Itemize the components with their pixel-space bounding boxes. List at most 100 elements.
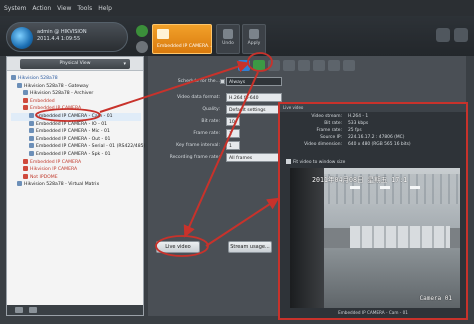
stat-value: 25 fps — [348, 128, 362, 133]
tree-item[interactable]: Embedded IP CAMERA - Spk - 01 — [11, 150, 141, 159]
menu-help[interactable]: Help — [98, 5, 112, 12]
form-value[interactable]: 10 — [226, 117, 240, 126]
fit-video-checkbox[interactable] — [286, 159, 291, 164]
menu-view[interactable]: View — [57, 5, 71, 12]
tab-color[interactable] — [283, 60, 295, 71]
tab-motion[interactable] — [268, 60, 280, 71]
tree-item-label: Embedded IP CAMERA - IO - 01 — [36, 121, 108, 127]
form-value[interactable]: 1 — [226, 141, 240, 150]
tree-item[interactable]: Embedded IP CAMERA - Mic - 01 — [11, 128, 141, 136]
tree-item[interactable]: Embedded IP CAMERA - Cam - 01 — [11, 112, 141, 121]
remove-icon[interactable] — [29, 307, 37, 313]
view-select-label: Physical View — [59, 60, 91, 66]
stream-usage-button[interactable]: Stream usage... — [228, 241, 272, 253]
tree-item-label: Embedded IP CAMERA - Out - 01 — [36, 136, 111, 142]
notifications-icon[interactable] — [436, 28, 450, 42]
fit-video-label: Fit video to window size — [293, 160, 346, 165]
form-label: Frame rate: — [193, 131, 220, 136]
tree-item[interactable]: Not IPDOME — [11, 173, 141, 182]
camera-icon — [157, 29, 169, 39]
entity-icon — [29, 120, 34, 126]
tree-item[interactable]: Hikvision 528a78 - Gateway — [11, 82, 141, 91]
back-arrow-icon[interactable] — [136, 25, 148, 37]
entity-icon — [29, 112, 34, 118]
stat-row: Bit rate: 533 kbps — [280, 121, 466, 128]
fit-video-option[interactable]: Fit video to window size — [286, 159, 345, 165]
header-bar: admin @ HIKVISION 2011.4.4 1:09:55 Embed… — [0, 16, 474, 56]
stat-value: 533 kbps — [348, 121, 369, 126]
undo-label: Undo — [222, 41, 234, 46]
tree-item-label: Hikvision 528a78 - Gateway — [24, 83, 89, 89]
tree-item-label: Hikvision IP CAMERA — [30, 167, 78, 173]
tree-item-label: Embedded — [30, 98, 55, 104]
form-label: Recording frame rate: — [169, 155, 220, 160]
video-feed[interactable]: 2011年04月08日 星期五 17:1 Camera 01 — [290, 168, 460, 308]
property-tabs — [238, 60, 458, 72]
live-video-button[interactable]: Live video — [156, 241, 200, 253]
tree-item[interactable]: Embedded IP CAMERA — [11, 158, 141, 167]
menu-bar: System Action View Tools Help — [0, 0, 474, 16]
tab-identity[interactable] — [343, 60, 355, 71]
app-logo-icon — [11, 27, 33, 49]
tree-item[interactable]: Embedded — [11, 97, 141, 106]
tree-item-label: Embedded IP CAMERA — [30, 106, 82, 112]
tree-item[interactable]: Hikvision 528a78 - Archiver — [11, 90, 141, 98]
form-value[interactable]: All frames — [226, 153, 282, 162]
form-value[interactable]: 1 — [226, 129, 240, 138]
stat-value: H.264 - 1 — [348, 114, 369, 119]
tree-item-label: Embedded IP CAMERA - Serial - 01 (RS422/… — [36, 144, 146, 150]
tree-item-label: Hikvision 528a78 — [18, 76, 58, 81]
tree-item[interactable]: Hikvision 528a78 - Virtual Matrix — [11, 181, 141, 189]
view-selector-bar: Physical View ▾ — [7, 57, 143, 71]
form-label: Bit rate: — [201, 119, 220, 124]
app-window: System Action View Tools Help admin @ HI… — [0, 0, 474, 324]
stat-value: 640 x 480 (RGB 565 16 bits) — [348, 142, 411, 147]
tab-visual-tracking[interactable] — [298, 60, 310, 71]
menu-system[interactable]: System — [4, 5, 26, 12]
tree-item[interactable]: Embedded IP CAMERA - IO - 01 — [11, 120, 141, 129]
tree-item-label: Embedded IP CAMERA - Cam - 01 — [36, 113, 113, 119]
schedule-select[interactable]: Always — [226, 77, 282, 86]
tab-video[interactable] — [238, 60, 250, 71]
entity-icon — [17, 82, 22, 88]
chevron-down-icon: ▾ — [123, 60, 126, 67]
form-value[interactable]: H.264 fs-640 — [226, 93, 282, 102]
tree-item-label: Hikvision 528a78 - Archiver — [30, 91, 94, 97]
tab-recording[interactable] — [253, 60, 265, 71]
physical-view-panel: Physical View ▾ Hikvision 528a78 Hikvisio… — [6, 56, 145, 316]
forward-arrow-icon[interactable] — [136, 41, 148, 53]
apply-label: Apply — [247, 41, 261, 46]
tree-item-label: Embedded IP CAMERA — [30, 159, 82, 165]
tab-ptz[interactable] — [313, 60, 325, 71]
menu-action[interactable]: Action — [32, 5, 51, 12]
tab-camera[interactable]: Embedded IP CAMERA... — [152, 24, 212, 54]
tree-item[interactable]: Embedded IP CAMERA — [11, 105, 141, 113]
entity-icon — [11, 75, 16, 80]
tree-item[interactable]: Hikvision 528a78 — [11, 75, 141, 83]
tree-item[interactable]: Hikvision IP CAMERA — [11, 166, 141, 174]
tab-hardware[interactable] — [328, 60, 340, 71]
tree-item[interactable]: Embedded IP CAMERA - Out - 01 — [11, 135, 141, 144]
stat-key: Frame rate: — [316, 128, 342, 133]
apply-button[interactable]: Apply — [242, 24, 266, 54]
tree-item[interactable]: Embedded IP CAMERA - Serial - 01 (RS422/… — [11, 143, 145, 151]
stat-key: Source IP: — [320, 135, 342, 140]
settings-icon[interactable] — [454, 28, 468, 42]
server-connection-pill[interactable]: admin @ HIKVISION 2011.4.4 1:09:55 — [6, 22, 128, 52]
add-icon[interactable] — [15, 307, 23, 313]
tree-item-label: Hikvision 528a78 - Virtual Matrix — [24, 182, 100, 188]
server-name: admin @ HIKVISION — [37, 29, 87, 35]
undo-button[interactable]: Undo — [216, 24, 240, 54]
schedule-checkbox[interactable] — [220, 79, 225, 84]
live-video-footer: Embedded IP CAMERA - Cam - 01 — [338, 310, 408, 315]
entity-icon — [23, 97, 28, 103]
tree-item-label: Embedded IP CAMERA - Spk - 01 — [36, 151, 111, 157]
menu-tools[interactable]: Tools — [77, 5, 92, 12]
stat-row: Frame rate: 25 fps — [280, 128, 466, 135]
form-label: Key frame interval: — [176, 143, 220, 148]
form-value[interactable]: Default settings — [226, 105, 282, 114]
stat-value: 224.16.17.2 : 47806 (MC) — [348, 135, 405, 140]
entity-icon — [29, 150, 34, 156]
view-select[interactable]: Physical View ▾ — [20, 58, 130, 69]
entity-icon — [23, 105, 28, 111]
